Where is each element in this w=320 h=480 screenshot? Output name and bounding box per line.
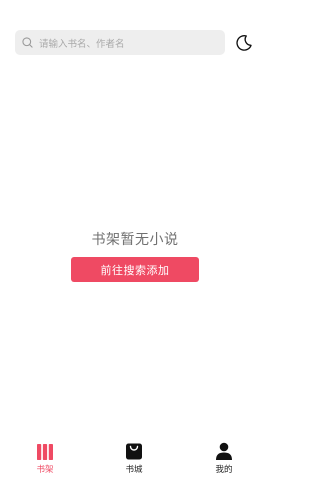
shopping-bag-icon (114, 442, 154, 460)
tab-bookshelf-label: 书架 (36, 465, 54, 475)
go-search-add-button[interactable]: 前往搜索添加 (71, 257, 199, 282)
moon-icon (235, 35, 253, 56)
bookshelf-icon (25, 442, 65, 460)
tab-bookstore[interactable]: 书城 (114, 436, 154, 480)
bookshelf-screen: 请输入书名、作者名 书架暂无小说 前往搜索添加 书架 书城 我的 (0, 0, 270, 480)
search-icon (22, 37, 33, 48)
user-icon (204, 442, 244, 460)
bottom-tab-bar: 书架 书城 我的 (0, 436, 270, 480)
tab-bookstore-label: 书城 (125, 465, 143, 475)
tab-mine[interactable]: 我的 (204, 436, 244, 480)
empty-bookshelf-message: 书架暂无小说 (91, 232, 179, 248)
search-bar[interactable]: 请输入书名、作者名 (15, 30, 225, 55)
search-placeholder: 请输入书名、作者名 (39, 38, 125, 50)
night-mode-toggle[interactable] (235, 34, 253, 52)
tab-bookshelf[interactable]: 书架 (25, 436, 65, 480)
tab-mine-label: 我的 (215, 465, 233, 475)
